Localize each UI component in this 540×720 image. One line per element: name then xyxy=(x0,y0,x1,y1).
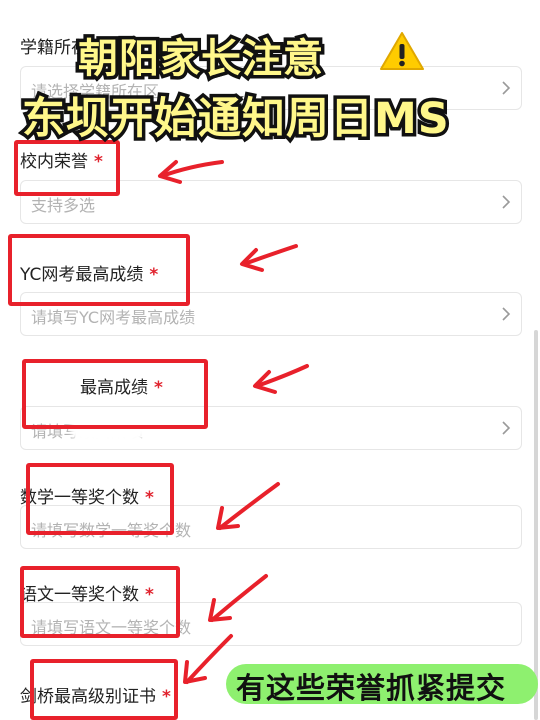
form-screen: 学籍所在区 请选择学籍所在区 校内荣誉 * 支持多选 YC网考最高成绩 * 请填写Y… xyxy=(0,0,540,720)
highlight-box xyxy=(8,234,190,306)
warning-icon xyxy=(380,32,424,70)
arrow-icon xyxy=(158,160,224,184)
highlight-box xyxy=(20,566,180,638)
chevron-right-icon xyxy=(502,195,511,209)
title-line-2: 东坝开始通知周日MS xyxy=(19,91,453,148)
chevron-right-icon xyxy=(502,421,511,435)
banner-text: 有这些荣誉抓紧提交 xyxy=(236,671,507,705)
highlight-box xyxy=(26,463,174,535)
scrollbar[interactable] xyxy=(534,330,538,720)
chevron-right-icon xyxy=(502,307,511,321)
chevron-right-icon xyxy=(502,81,511,95)
arrow-icon xyxy=(208,574,268,622)
highlight-box xyxy=(30,659,178,720)
yc-score-placeholder: 请填写YC网考最高成绩 xyxy=(31,308,196,327)
arrow-icon xyxy=(240,244,298,272)
highlight-box xyxy=(22,359,208,429)
arrow-icon xyxy=(253,364,309,394)
arrow-icon xyxy=(216,482,280,530)
highlight-box xyxy=(14,140,120,196)
title-line-1: 朝阳家长注意 xyxy=(75,33,327,86)
